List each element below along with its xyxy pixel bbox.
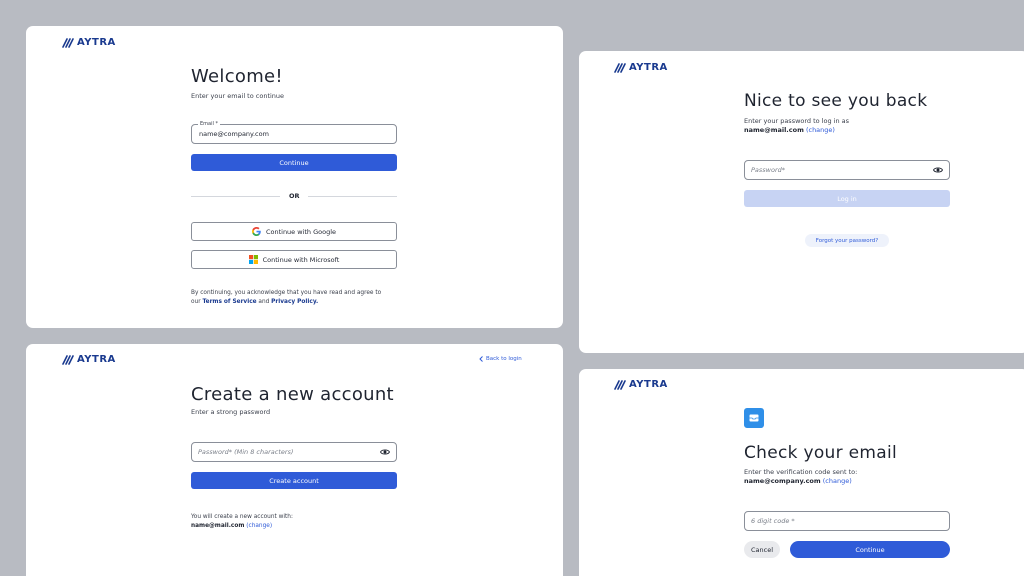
legal-our: our [191,299,201,305]
create-info: You will create a new account with: name… [191,513,293,531]
legal-prefix: By continuing, you acknowledge that you … [191,290,382,296]
forgot-password-link[interactable]: Forgot your password? [805,234,889,247]
microsoft-icon [248,255,258,264]
logo-mark-icon [62,354,74,365]
login-change-link[interactable]: (change) [806,126,835,134]
eye-icon[interactable] [380,449,390,456]
cancel-button[interactable]: Cancel [744,541,780,558]
brand-name: AYTRA [629,62,668,73]
chevron-left-icon [479,356,483,362]
verify-email: name@company.com [744,477,821,485]
code-field[interactable]: 6 digit code * [744,511,950,531]
verify-change-link[interactable]: (change) [823,477,852,485]
welcome-card: AYTRA Welcome! Enter your email to conti… [26,26,563,328]
email-field-label: Email * [198,121,220,127]
legal-and: and [258,299,270,305]
login-subtitle-text: Enter your password to log in as [744,117,850,125]
verify-subtitle-text: Enter the verification code sent to: [744,468,858,476]
brand-name: AYTRA [77,37,116,48]
create-info-text: You will create a new account with: [191,514,293,520]
microsoft-signin-label: Continue with Microsoft [262,255,340,264]
back-to-login-label: Back to login [486,356,522,362]
password-field[interactable]: Password* [744,160,950,180]
microsoft-signin-button[interactable]: Continue with Microsoft [191,250,397,269]
verify-subtitle: Enter the verification code sent to: nam… [744,468,857,486]
new-password-placeholder: Password* (Min 8 characters) [198,448,294,456]
login-email: name@mail.com [744,126,804,134]
or-label: OR [289,192,300,200]
login-subtitle: Enter your password to log in as name@ma… [744,117,849,135]
email-field[interactable]: Email * name@company.com [191,121,397,144]
continue-button[interactable]: Continue [191,154,397,171]
google-icon [251,227,261,236]
create-subtitle: Enter a strong password [191,408,271,416]
brand-logo: AYTRA [62,354,116,365]
email-field-value: name@company.com [199,130,269,138]
create-account-button[interactable]: Create account [191,472,397,489]
login-card: AYTRA Nice to see you back Enter your pa… [579,51,1024,353]
google-signin-label: Continue with Google [265,227,337,236]
logo-mark-icon [614,379,626,390]
privacy-link[interactable]: Privacy Policy. [271,299,318,305]
eye-icon[interactable] [933,167,943,174]
create-change-link[interactable]: (change) [246,523,272,529]
or-divider-right [308,196,397,197]
welcome-title: Welcome! [191,66,283,87]
verify-title: Check your email [744,443,898,463]
brand-logo: AYTRA [62,37,116,48]
brand-name: AYTRA [77,354,116,365]
google-signin-button[interactable]: Continue with Google [191,222,397,241]
brand-logo: AYTRA [614,62,668,73]
create-account-card: AYTRA Back to login Create a new account… [26,344,563,576]
verify-email-card: AYTRA Check your email Enter the verific… [579,369,1024,576]
logo-mark-icon [614,62,626,73]
welcome-subtitle: Enter your email to continue [191,92,285,100]
back-to-login-link[interactable]: Back to login [479,356,522,362]
login-button[interactable]: Log in [744,190,950,207]
legal-text: By continuing, you acknowledge that you … [191,289,411,307]
brand-logo: AYTRA [614,379,668,390]
logo-mark-icon [62,37,74,48]
verify-continue-button[interactable]: Continue [790,541,950,558]
terms-link[interactable]: Terms of Service [202,299,256,305]
create-title: Create a new account [191,384,394,405]
code-placeholder: 6 digit code * [751,517,795,525]
create-email: name@mail.com [191,523,245,529]
new-password-field[interactable]: Password* (Min 8 characters) [191,442,397,462]
login-title: Nice to see you back [744,91,928,111]
password-placeholder: Password* [751,166,786,174]
or-divider-left [191,196,280,197]
brand-name: AYTRA [629,379,668,390]
mail-icon [744,408,764,428]
